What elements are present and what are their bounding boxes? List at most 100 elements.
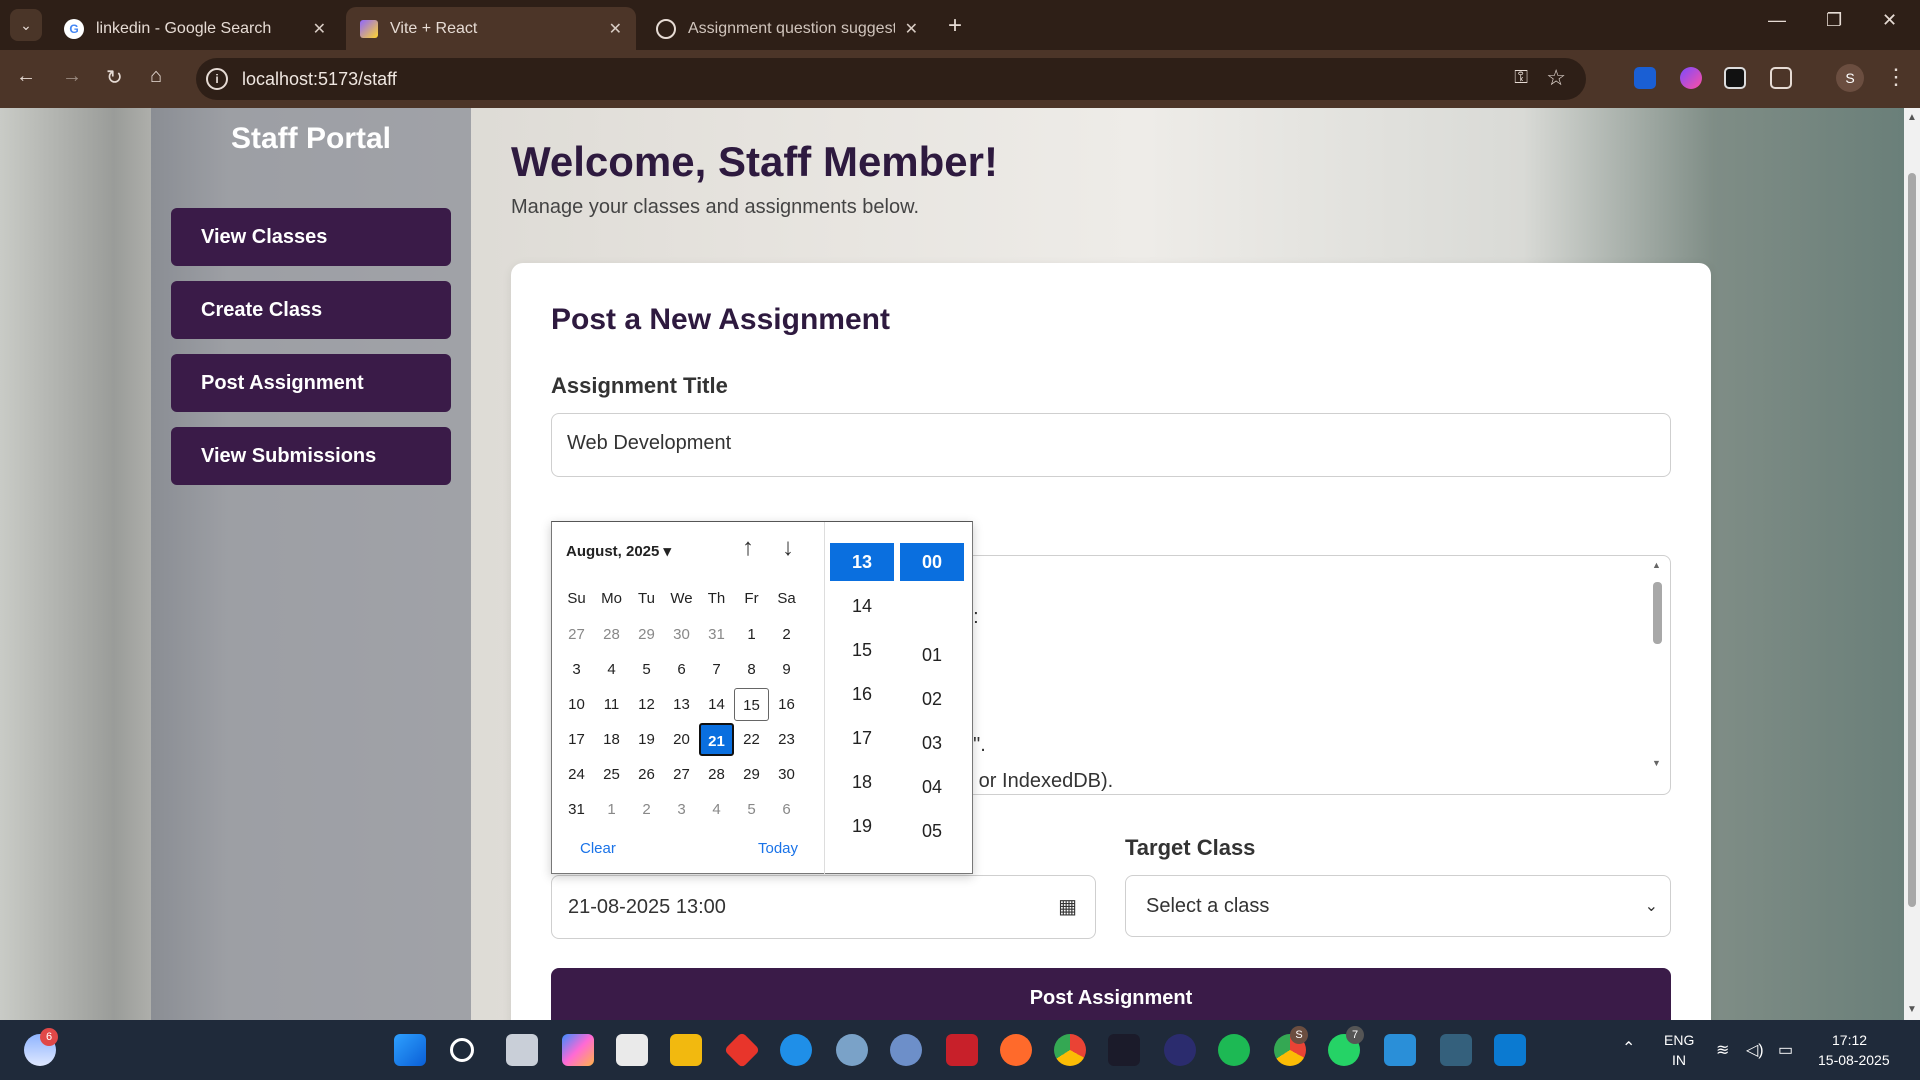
sidebar-item-create-class[interactable]: Create Class — [171, 281, 451, 339]
calendar-day[interactable]: 13 — [664, 688, 699, 721]
page-scrollbar[interactable]: ▲ ▼ — [1904, 108, 1920, 1020]
textarea-scrollbar[interactable]: ▲ ▼ — [1650, 560, 1664, 786]
calendar-day[interactable]: 20 — [664, 723, 699, 756]
calendar-day[interactable]: 27 — [559, 618, 594, 651]
calendar-day[interactable]: 7 — [699, 653, 734, 686]
calendar-day[interactable]: 4 — [594, 653, 629, 686]
textarea-scroll-thumb[interactable] — [1653, 582, 1662, 644]
calendar-day[interactable]: 5 — [629, 653, 664, 686]
r-icon[interactable] — [890, 1034, 922, 1066]
calendar-day[interactable]: 24 — [559, 758, 594, 791]
clock-date[interactable]: 15-08-2025 — [1818, 1052, 1890, 1068]
calendar-day[interactable]: 8 — [734, 653, 769, 686]
calendar-day[interactable]: 26 — [629, 758, 664, 791]
hour-option[interactable]: 17 — [830, 719, 894, 757]
restore-icon[interactable]: ❐ — [1826, 10, 1842, 31]
calendar-day[interactable]: 28 — [699, 758, 734, 791]
tab-assignment-suggestion[interactable]: Assignment question suggestio ✕ — [642, 7, 932, 50]
tab-vite-react[interactable]: Vite + React ✕ — [346, 7, 636, 50]
hour-option[interactable]: 19 — [830, 807, 894, 845]
start-windows-icon[interactable] — [394, 1034, 426, 1066]
reload-icon[interactable]: ↻ — [106, 65, 123, 90]
calendar-day[interactable]: 25 — [594, 758, 629, 791]
calendar-day[interactable]: 4 — [699, 793, 734, 826]
calendar-day[interactable]: 23 — [769, 723, 804, 756]
bookmark-star-icon[interactable]: ☆ — [1546, 65, 1566, 91]
calendar-day[interactable]: 1 — [594, 793, 629, 826]
calendar-day[interactable]: 27 — [664, 758, 699, 791]
eclipse-icon[interactable] — [1164, 1034, 1196, 1066]
minute-option[interactable]: 04 — [900, 768, 964, 806]
clock-time[interactable]: 17:12 — [1832, 1032, 1867, 1048]
extension-screen-icon[interactable] — [1634, 67, 1656, 89]
wifi-icon[interactable]: ≋ — [1716, 1040, 1729, 1060]
calendar-day[interactable]: 12 — [629, 688, 664, 721]
month-year-select[interactable]: August, 2025 ▾ — [566, 542, 671, 560]
forward-icon[interactable]: → — [62, 65, 82, 88]
minute-option[interactable]: 01 — [900, 636, 964, 674]
hour-option[interactable]: 15 — [830, 631, 894, 669]
close-tab-icon[interactable]: ✕ — [609, 19, 622, 39]
calendar-day[interactable]: 3 — [664, 793, 699, 826]
scroll-down-icon[interactable]: ▼ — [1652, 758, 1661, 768]
extension-ai-icon[interactable] — [1680, 67, 1702, 89]
assignment-title-input[interactable]: Web Development — [551, 413, 1671, 477]
calendar-day[interactable]: 30 — [664, 618, 699, 651]
extensions-puzzle-icon[interactable] — [1770, 67, 1792, 89]
calendar-day[interactable]: 9 — [769, 653, 804, 686]
calendar-day[interactable]: 16 — [769, 688, 804, 721]
post-assignment-button[interactable]: Post Assignment — [551, 968, 1671, 1020]
calendar-day[interactable]: 2 — [769, 618, 804, 651]
close-tab-icon[interactable]: ✕ — [905, 19, 918, 39]
minute-option[interactable]: 05 — [900, 812, 964, 850]
r-studio-icon[interactable] — [836, 1034, 868, 1066]
minute-option[interactable]: 03 — [900, 724, 964, 762]
language-indicator[interactable]: ENG — [1664, 1032, 1694, 1048]
calendar-day[interactable]: 18 — [594, 723, 629, 756]
minute-option[interactable]: 00 — [900, 543, 964, 581]
copilot-icon[interactable] — [562, 1034, 594, 1066]
calendar-day[interactable]: 22 — [734, 723, 769, 756]
minimize-icon[interactable]: — — [1768, 10, 1786, 31]
clear-date-button[interactable]: Clear — [580, 840, 616, 857]
microsoft-store-icon[interactable] — [616, 1034, 648, 1066]
calendar-day[interactable]: 29 — [629, 618, 664, 651]
arc-icon[interactable] — [1108, 1034, 1140, 1066]
calendar-day[interactable]: 10 — [559, 688, 594, 721]
calendar-day[interactable]: 11 — [594, 688, 629, 721]
deadline-datetime-input[interactable]: 21-08-2025 13:00 ▦ — [551, 875, 1096, 939]
duckduckgo-icon[interactable] — [1000, 1034, 1032, 1066]
new-tab-icon[interactable]: + — [948, 12, 962, 40]
calendar-day[interactable]: 28 — [594, 618, 629, 651]
calendar-day[interactable]: 17 — [559, 723, 594, 756]
photos-icon[interactable] — [1384, 1034, 1416, 1066]
previous-month-icon[interactable]: ↑ — [742, 534, 754, 562]
calendar-day[interactable]: 31 — [699, 618, 734, 651]
today-button[interactable]: Today — [758, 840, 798, 857]
calendar-day[interactable]: 5 — [734, 793, 769, 826]
mcafee-icon[interactable] — [946, 1034, 978, 1066]
next-month-icon[interactable]: ↓ — [782, 534, 794, 562]
page-scroll-down-icon[interactable]: ▼ — [1907, 1004, 1917, 1015]
calendar-day[interactable]: 1 — [734, 618, 769, 651]
password-key-icon[interactable]: ⚿ — [1514, 67, 1528, 88]
minute-option[interactable]: 02 — [900, 680, 964, 718]
help-icon[interactable] — [780, 1034, 812, 1066]
git-icon[interactable] — [723, 1031, 761, 1069]
sidebar-item-post-assignment[interactable]: Post Assignment — [171, 354, 451, 412]
address-bar[interactable]: i localhost:5173/staff ⚿ ☆ — [196, 58, 1586, 100]
profile-avatar[interactable]: S — [1836, 64, 1864, 92]
tab-linkedin-search[interactable]: G linkedin - Google Search ✕ — [50, 7, 340, 50]
hour-option[interactable]: 16 — [830, 675, 894, 713]
calendar-icon[interactable]: ▦ — [1058, 894, 1077, 919]
calendar-day[interactable]: 30 — [769, 758, 804, 791]
language-region[interactable]: IN — [1672, 1052, 1686, 1068]
task-view-icon[interactable] — [506, 1034, 538, 1066]
sidebar-item-view-classes[interactable]: View Classes — [171, 208, 451, 266]
file-explorer-icon[interactable] — [670, 1034, 702, 1066]
calendar-day[interactable]: 6 — [664, 653, 699, 686]
calendar-day[interactable]: 21 — [699, 723, 734, 756]
battery-icon[interactable]: ▭ — [1778, 1040, 1793, 1060]
calendar-day[interactable]: 31 — [559, 793, 594, 826]
mysql-workbench-icon[interactable] — [1440, 1034, 1472, 1066]
